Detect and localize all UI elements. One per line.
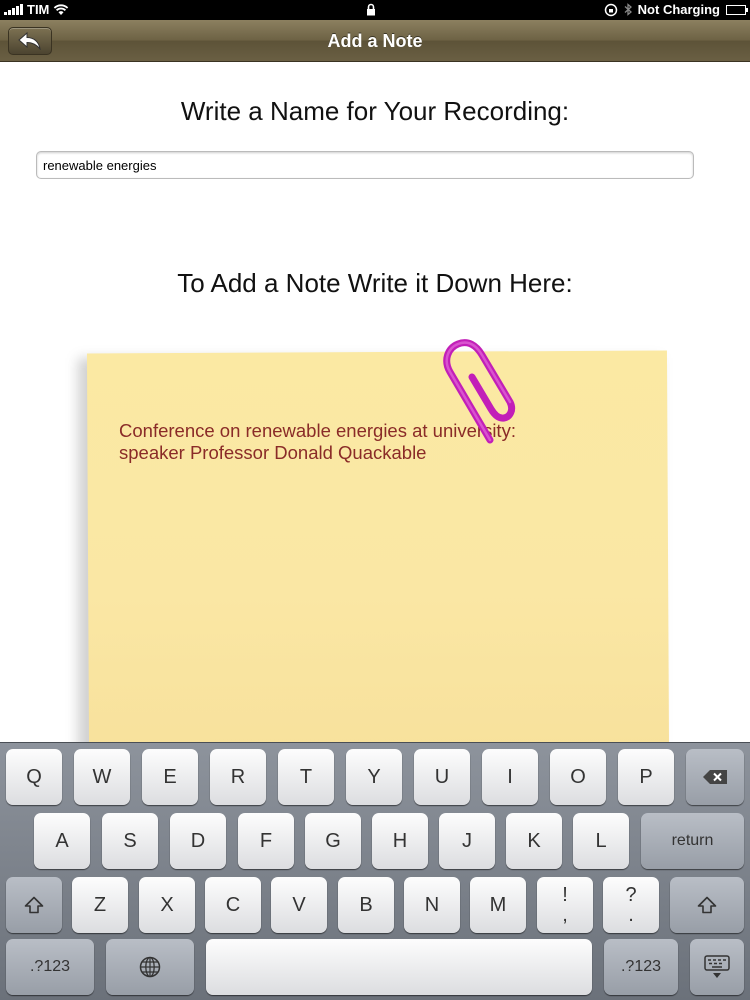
status-bar: TIM Not Charging bbox=[0, 0, 750, 20]
navigation-bar: Add a Note bbox=[0, 20, 750, 62]
shift-key-left[interactable] bbox=[6, 877, 62, 933]
back-button[interactable] bbox=[8, 27, 52, 55]
key-question-label: ? bbox=[625, 884, 637, 906]
key-b[interactable]: B bbox=[338, 877, 394, 933]
key-r[interactable]: R bbox=[210, 749, 266, 805]
key-i[interactable]: I bbox=[482, 749, 538, 805]
space-bar[interactable] bbox=[206, 939, 592, 995]
carrier-name: TIM bbox=[27, 2, 50, 17]
name-heading: Write a Name for Your Recording: bbox=[180, 96, 570, 126]
key-o[interactable]: O bbox=[550, 749, 606, 805]
key-f[interactable]: F bbox=[238, 813, 294, 869]
note-heading: To Add a Note Write it Down Here: bbox=[177, 268, 573, 298]
orientation-lock-icon bbox=[604, 3, 617, 16]
key-exclamation-label: ! bbox=[562, 884, 568, 906]
key-z[interactable]: Z bbox=[72, 877, 128, 933]
note-text-area[interactable]: Conference on renewable energies at univ… bbox=[119, 420, 639, 480]
numbers-key-left[interactable]: .?123 bbox=[6, 939, 94, 995]
key-y[interactable]: Y bbox=[346, 749, 402, 805]
key-k[interactable]: K bbox=[506, 813, 562, 869]
key-w[interactable]: W bbox=[74, 749, 130, 805]
key-n[interactable]: N bbox=[404, 877, 460, 933]
paperclip-icon bbox=[443, 339, 516, 444]
key-t[interactable]: T bbox=[278, 749, 334, 805]
hide-keyboard-key[interactable] bbox=[690, 939, 744, 995]
signal-strength-icon bbox=[4, 4, 23, 15]
shift-key-right[interactable] bbox=[670, 877, 744, 933]
globe-key[interactable] bbox=[106, 939, 194, 995]
key-period-label: . bbox=[628, 904, 634, 926]
bluetooth-icon bbox=[624, 3, 632, 16]
key-v[interactable]: V bbox=[271, 877, 327, 933]
numbers-key-right[interactable]: .?123 bbox=[604, 939, 678, 995]
key-s[interactable]: S bbox=[102, 813, 158, 869]
key-h[interactable]: H bbox=[372, 813, 428, 869]
status-right: Not Charging bbox=[604, 2, 748, 17]
key-e[interactable]: E bbox=[142, 749, 198, 805]
shift-icon bbox=[24, 896, 44, 914]
status-left: TIM bbox=[4, 2, 69, 17]
key-c[interactable]: C bbox=[205, 877, 261, 933]
globe-icon bbox=[139, 956, 161, 978]
battery-icon bbox=[726, 4, 748, 15]
key-m[interactable]: M bbox=[470, 877, 526, 933]
recording-name-input[interactable] bbox=[36, 151, 694, 179]
key-question-period[interactable]: ?. bbox=[603, 877, 659, 933]
back-arrow-icon bbox=[18, 32, 41, 50]
key-p[interactable]: P bbox=[618, 749, 674, 805]
key-u[interactable]: U bbox=[414, 749, 470, 805]
backspace-key[interactable] bbox=[686, 749, 744, 805]
key-q[interactable]: Q bbox=[6, 749, 62, 805]
key-j[interactable]: J bbox=[439, 813, 495, 869]
shift-icon bbox=[697, 896, 717, 914]
key-comma-label: , bbox=[562, 904, 568, 926]
lock-icon bbox=[366, 3, 376, 19]
backspace-icon bbox=[703, 770, 727, 784]
wifi-icon bbox=[54, 3, 69, 15]
nav-title: Add a Note bbox=[327, 31, 423, 51]
key-exclamation-comma[interactable]: !, bbox=[537, 877, 593, 933]
key-x[interactable]: X bbox=[139, 877, 195, 933]
battery-status-text: Not Charging bbox=[637, 2, 720, 17]
key-g[interactable]: G bbox=[305, 813, 361, 869]
on-screen-keyboard: Q W E R T Y U I O P A S D F G H J K L re… bbox=[0, 742, 750, 1000]
return-key[interactable]: return bbox=[641, 813, 744, 869]
sticky-note bbox=[86, 350, 670, 754]
key-l[interactable]: L bbox=[573, 813, 629, 869]
hide-keyboard-icon bbox=[704, 955, 730, 978]
key-a[interactable]: A bbox=[34, 813, 90, 869]
key-d[interactable]: D bbox=[170, 813, 226, 869]
